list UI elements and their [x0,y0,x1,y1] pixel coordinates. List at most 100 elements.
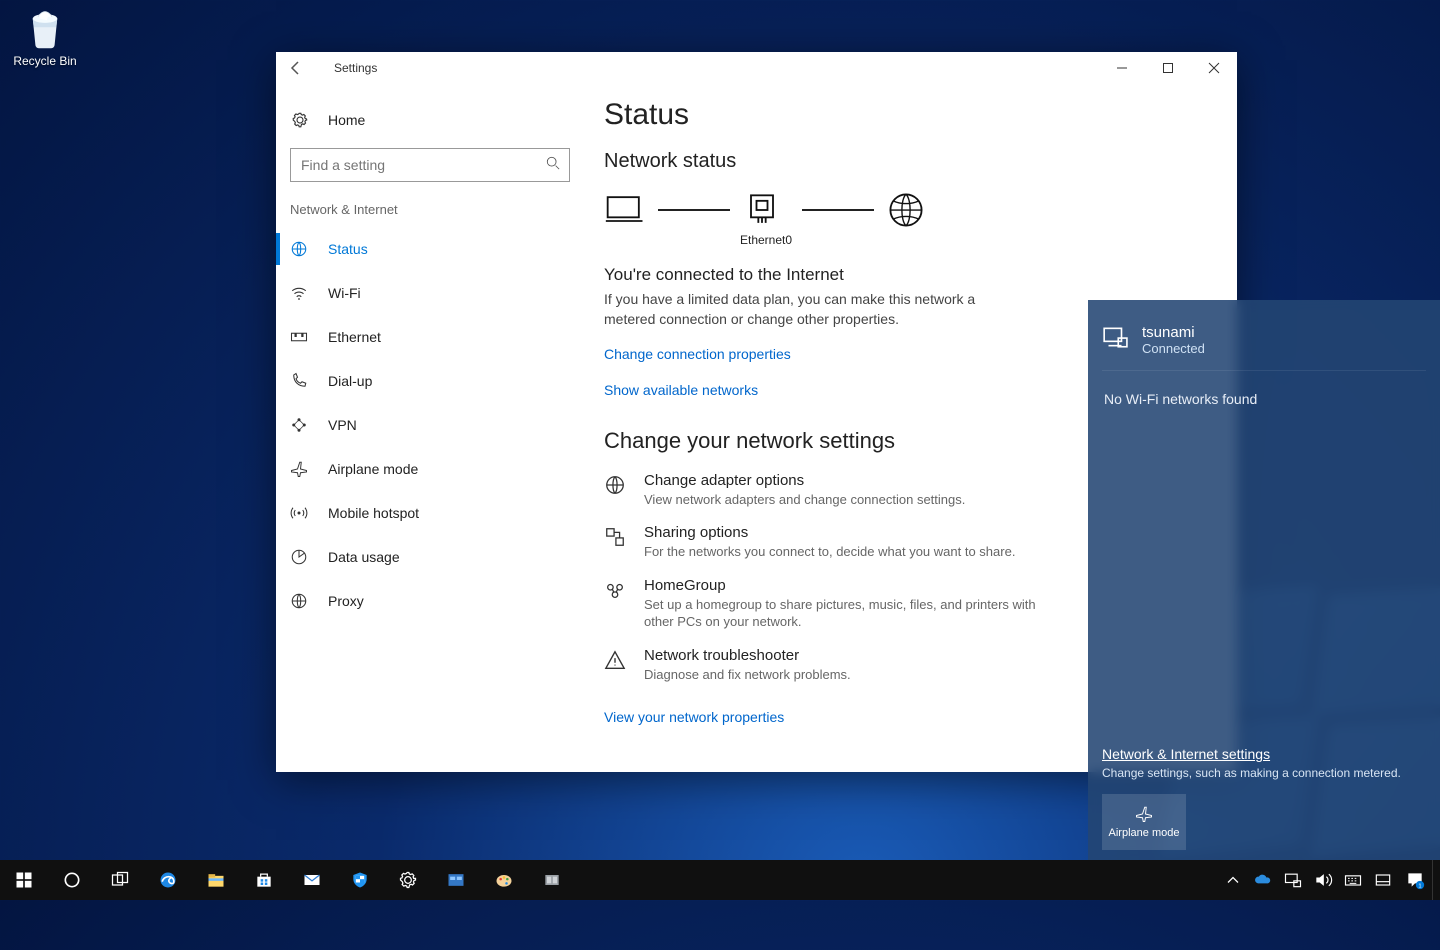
page-title: Status [604,98,1211,132]
taskview-button[interactable] [96,860,144,900]
nav-proxy[interactable]: Proxy [276,579,584,623]
link-view-properties[interactable]: View your network properties [604,709,784,725]
pc-icon [604,191,648,247]
gear-icon [290,111,310,129]
option-desc: For the networks you connect to, decide … [644,543,1015,561]
nav-airplane[interactable]: Airplane mode [276,447,584,491]
option-troubleshoot[interactable]: Network troubleshooter Diagnose and fix n… [604,647,1044,684]
option-title: Change adapter options [644,472,965,489]
link-show-networks[interactable]: Show available networks [604,382,758,398]
taskbar-defender[interactable] [336,860,384,900]
globe-icon [290,592,310,610]
taskbar-edge[interactable] [144,860,192,900]
option-title: Network troubleshooter [644,647,851,664]
sidebar-home-label: Home [328,112,365,128]
phone-icon [290,372,310,390]
network-diagram: Ethernet0 [604,191,1211,247]
internet-icon [884,191,928,247]
airplane-icon [1135,805,1153,823]
wifi-icon [290,284,310,302]
option-desc: Diagnose and fix network problems. [644,666,851,684]
nav-label: Ethernet [328,329,381,345]
back-button[interactable] [288,60,316,76]
connected-heading: You're connected to the Internet [604,265,1211,285]
ethernet-connected-icon [1102,324,1130,350]
nav-datausage[interactable]: Data usage [276,535,584,579]
taskbar-explorer[interactable] [192,860,240,900]
tray-chevron[interactable] [1218,860,1248,900]
connected-body: If you have a limited data plan, you can… [604,289,1024,330]
show-desktop[interactable] [1432,860,1440,900]
desktop-icon-recycle-bin[interactable]: Recycle Bin [10,8,80,68]
tray-volume[interactable] [1308,860,1338,900]
option-sharing[interactable]: Sharing options For the networks you conn… [604,524,1044,561]
pie-icon [290,548,310,566]
nav-label: Status [328,241,368,257]
vpn-icon [290,416,310,434]
nav-dialup[interactable]: Dial-up [276,359,584,403]
tray-keyboard[interactable] [1338,860,1368,900]
tray-input[interactable] [1368,860,1398,900]
taskbar-app2[interactable] [528,860,576,900]
link-change-properties[interactable]: Change connection properties [604,346,791,362]
minimize-button[interactable] [1099,52,1145,84]
taskbar: 1 [0,860,1440,900]
share-icon [604,526,628,561]
sidebar-home[interactable]: Home [276,98,584,142]
svg-text:1: 1 [1418,884,1421,890]
window-title: Settings [334,61,377,75]
flyout-settings-desc: Change settings, such as making a connec… [1102,766,1426,780]
sidebar: Home Network & Internet Status Wi-Fi Eth… [276,84,584,772]
network-entry[interactable]: tsunami Connected [1102,314,1426,371]
globe-icon [290,240,310,258]
option-title: Sharing options [644,524,1015,541]
option-desc: Set up a homegroup to share pictures, mu… [644,596,1044,631]
nav-wifi[interactable]: Wi-Fi [276,271,584,315]
airplane-label: Airplane mode [1109,827,1180,839]
flyout-settings-link[interactable]: Network & Internet settings [1102,746,1426,762]
nav-label: VPN [328,417,357,433]
warning-icon [604,649,628,684]
nav-label: Dial-up [328,373,372,389]
option-desc: View network adapters and change connect… [644,491,965,509]
airplane-icon [290,460,310,478]
section-network-status: Network status [604,150,1211,173]
start-button[interactable] [0,860,48,900]
nav-label: Mobile hotspot [328,505,419,521]
sidebar-section-label: Network & Internet [276,198,584,227]
titlebar: Settings [276,52,1237,84]
taskbar-paint[interactable] [480,860,528,900]
taskbar-mail[interactable] [288,860,336,900]
network-name: tsunami [1142,324,1205,341]
tray-network[interactable] [1278,860,1308,900]
flyout-airplane-toggle[interactable]: Airplane mode [1102,794,1186,850]
network-state: Connected [1142,341,1205,356]
taskbar-settings[interactable] [384,860,432,900]
homegroup-icon [604,579,628,631]
option-title: HomeGroup [644,577,1044,594]
nav-label: Airplane mode [328,461,418,477]
ethernet-icon [290,328,310,346]
option-homegroup[interactable]: HomeGroup Set up a homegroup to share pic… [604,577,1044,631]
maximize-button[interactable] [1145,52,1191,84]
globe-icon [604,474,628,509]
taskbar-store[interactable] [240,860,288,900]
no-wifi-label: No Wi-Fi networks found [1104,391,1424,407]
nav-ethernet[interactable]: Ethernet [276,315,584,359]
nav-status[interactable]: Status [276,227,584,271]
nav-label: Wi-Fi [328,285,361,301]
cortana-button[interactable] [48,860,96,900]
option-adapter[interactable]: Change adapter options View network adapt… [604,472,1044,509]
hotspot-icon [290,504,310,522]
desktop-icon-label: Recycle Bin [10,54,80,68]
nav-label: Data usage [328,549,400,565]
nav-hotspot[interactable]: Mobile hotspot [276,491,584,535]
nav-vpn[interactable]: VPN [276,403,584,447]
taskbar-app1[interactable] [432,860,480,900]
tray-onedrive[interactable] [1248,860,1278,900]
search-input[interactable] [290,148,570,182]
search-icon [546,156,560,170]
close-button[interactable] [1191,52,1237,84]
tray-action-center[interactable]: 1 [1398,860,1432,900]
network-flyout: tsunami Connected No Wi-Fi networks foun… [1088,300,1440,860]
